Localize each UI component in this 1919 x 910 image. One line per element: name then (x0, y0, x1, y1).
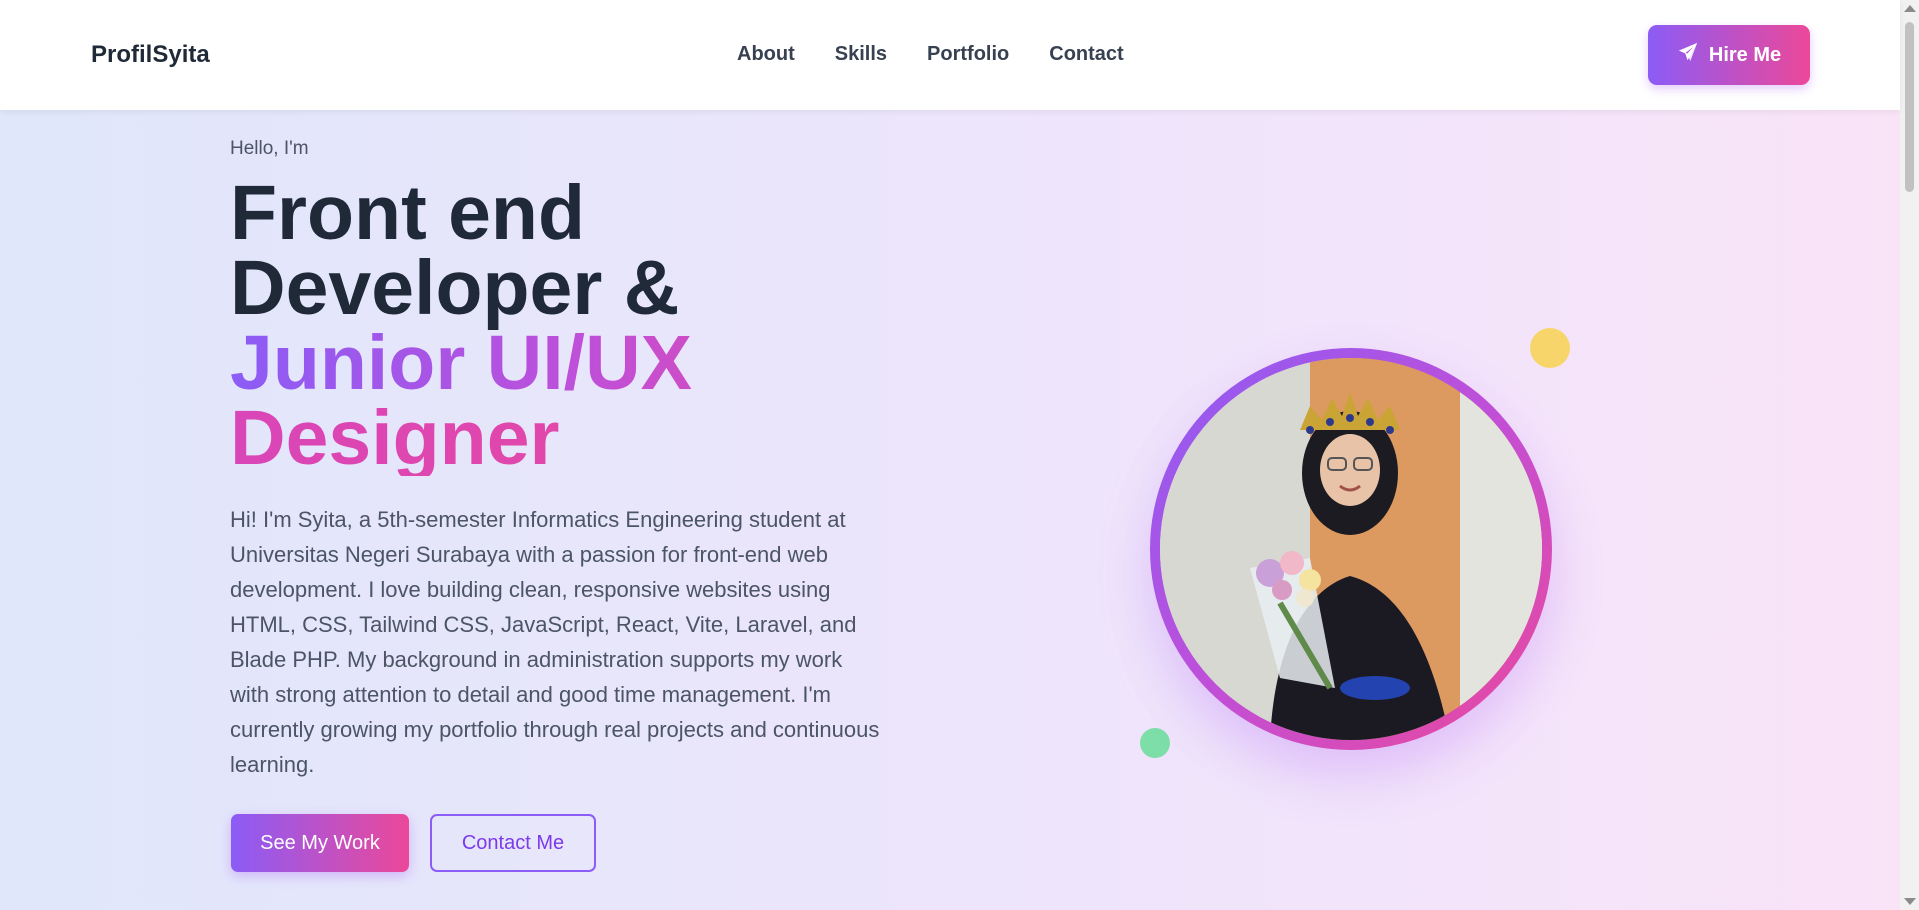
hero-headline: Front end Developer & Junior UI/UX Desig… (230, 170, 950, 477)
navbar: ProfilSyita About Skills Portfolio Conta… (0, 0, 1900, 110)
nav-link-contact[interactable]: Contact (1049, 43, 1123, 66)
hero-greeting: Hello, I'm (230, 138, 309, 159)
paper-plane-icon (1677, 41, 1699, 69)
hire-me-label: Hire Me (1708, 43, 1782, 66)
decorative-dot-yellow (1530, 328, 1570, 368)
contact-me-button[interactable]: Contact Me (430, 814, 596, 872)
scroll-up-arrow-icon[interactable] (1904, 5, 1916, 12)
profile-illustration (1160, 358, 1542, 740)
nav-link-skills[interactable]: Skills (835, 43, 887, 66)
headline-accent-2: Designer (230, 400, 950, 477)
brand-logo[interactable]: ProfilSyita (91, 41, 210, 69)
nav-link-portfolio[interactable]: Portfolio (927, 43, 1009, 66)
nav-links: About Skills Portfolio Contact (737, 43, 1124, 66)
scroll-thumb[interactable] (1905, 22, 1914, 192)
headline-line-2: Developer & (230, 245, 680, 331)
page-scrollbar[interactable] (1900, 0, 1919, 910)
headline-accent-1: Junior UI/UX (230, 325, 950, 402)
profile-photo (1160, 358, 1542, 740)
hero-bio: Hi! I'm Syita, a 5th-semester Informatic… (230, 507, 880, 777)
profile-photo-frame (1150, 348, 1552, 750)
scroll-down-arrow-icon[interactable] (1904, 898, 1916, 905)
hire-me-button[interactable]: Hire Me (1648, 25, 1810, 85)
decorative-dot-green (1140, 728, 1170, 758)
headline-line-1: Front end (230, 170, 585, 256)
nav-link-about[interactable]: About (737, 43, 795, 66)
see-my-work-button[interactable]: See My Work (231, 814, 409, 872)
